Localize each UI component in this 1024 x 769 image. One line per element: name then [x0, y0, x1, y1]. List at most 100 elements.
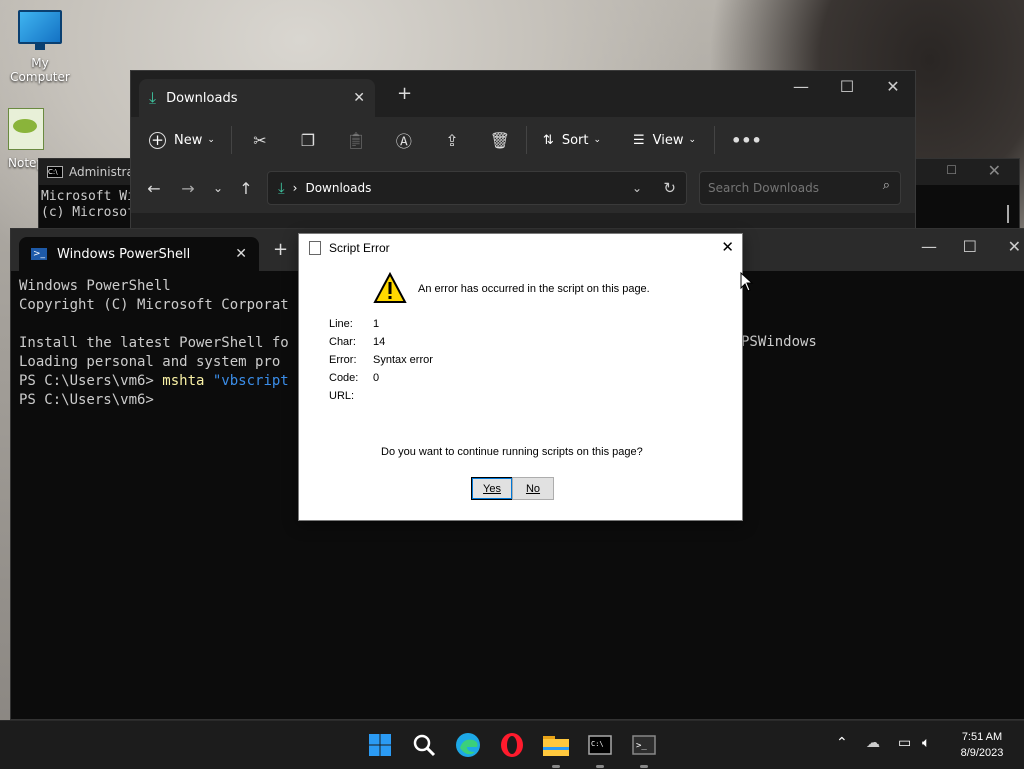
- char-value: 14: [373, 336, 386, 348]
- chevron-up-icon[interactable]: ⌃: [836, 735, 848, 751]
- plus-circle-icon: +: [149, 131, 166, 149]
- command: mshta: [162, 373, 213, 389]
- new-tab-button[interactable]: +: [397, 83, 412, 104]
- close-icon[interactable]: ✕: [873, 77, 913, 96]
- search-input[interactable]: [706, 180, 870, 196]
- close-icon[interactable]: ✕: [235, 246, 247, 262]
- view-button[interactable]: ☰ View ⌄: [633, 133, 696, 148]
- share-icon[interactable]: ⇪: [442, 131, 462, 150]
- taskbar-file-explorer[interactable]: [540, 729, 572, 761]
- clock-date: 8/9/2023: [960, 747, 1004, 759]
- taskbar-cmd[interactable]: C:\: [584, 729, 616, 761]
- chevron-down-icon: ⌄: [207, 135, 215, 145]
- start-icon: [369, 734, 391, 756]
- file-explorer-icon: [543, 736, 569, 756]
- terminal-icon: >_: [632, 735, 656, 755]
- console-line: Loading personal and system pro: [19, 354, 281, 370]
- close-icon[interactable]: ✕: [353, 90, 365, 106]
- divider: [525, 126, 527, 154]
- view-label: View: [652, 132, 684, 148]
- paste-icon[interactable]: 📋︎: [346, 131, 366, 150]
- tab-downloads[interactable]: ⤓ Downloads ✕: [139, 79, 375, 117]
- close-icon[interactable]: ✕: [1008, 237, 1021, 256]
- console-output[interactable]: Windows PowerShell Copyright (C) Microso…: [19, 277, 289, 410]
- computer-icon: [18, 10, 62, 50]
- page-icon: [309, 241, 321, 255]
- download-icon: ⤓: [149, 88, 157, 107]
- breadcrumb[interactable]: Downloads: [305, 181, 371, 195]
- cmd-icon: C:\: [588, 735, 612, 755]
- cmd-icon: C:\: [47, 166, 63, 178]
- console-line: Install the latest PowerShell fo: [19, 335, 289, 351]
- desktop-icon-my-computer[interactable]: My Computer: [0, 10, 80, 84]
- taskbar-edge[interactable]: [452, 729, 484, 761]
- maximize-icon[interactable]: ☐: [963, 237, 977, 256]
- delete-icon[interactable]: 🗑︎: [490, 131, 510, 150]
- back-icon[interactable]: ←: [145, 179, 163, 198]
- tab-label: Downloads: [166, 90, 238, 106]
- code-label: Code:: [329, 372, 359, 384]
- network-icon[interactable]: ▭: [898, 735, 911, 751]
- sort-label: Sort: [561, 132, 589, 148]
- volume-icon[interactable]: 🔈︎: [922, 735, 930, 751]
- chevron-down-icon: ⌄: [688, 135, 697, 145]
- search-icon: [413, 734, 436, 757]
- new-button[interactable]: + New ⌄: [149, 131, 215, 149]
- maximize-icon[interactable]: ☐: [827, 77, 867, 96]
- taskbar-terminal[interactable]: >_: [628, 729, 660, 761]
- code-value: 0: [373, 372, 380, 384]
- search-box[interactable]: ⌕: [699, 171, 901, 205]
- tab-windows-powershell[interactable]: >_ Windows PowerShell ✕: [19, 237, 259, 271]
- opera-icon: [501, 733, 523, 757]
- close-icon[interactable]: ✕: [988, 161, 1001, 180]
- chevron-right-icon: ›: [292, 181, 298, 195]
- cut-icon[interactable]: ✂: [250, 131, 270, 150]
- error-message: An error has occurred in the script on t…: [418, 283, 650, 295]
- yes-button[interactable]: Yes: [471, 477, 513, 500]
- minimize-icon[interactable]: —: [921, 237, 937, 256]
- onedrive-offline-icon[interactable]: ☁: [866, 735, 880, 751]
- forward-icon[interactable]: →: [179, 179, 197, 198]
- maximize-icon[interactable]: ☐: [946, 163, 957, 177]
- no-button[interactable]: No: [512, 477, 554, 500]
- up-icon[interactable]: ↑: [237, 179, 255, 198]
- refresh-icon[interactable]: ↻: [663, 179, 676, 197]
- scrollbar[interactable]: [1007, 205, 1009, 223]
- search-button[interactable]: [408, 729, 440, 761]
- copy-icon[interactable]: ❐: [298, 131, 318, 150]
- address-bar[interactable]: ⤓ › Downloads ⌄ ↻: [267, 171, 687, 205]
- dialog-titlebar[interactable]: Script Error ✕: [299, 234, 742, 262]
- minimize-icon[interactable]: —: [781, 77, 821, 96]
- char-label: Char:: [329, 336, 356, 348]
- script-error-dialog[interactable]: Script Error ✕ An error has occurred in …: [298, 233, 743, 521]
- start-button[interactable]: [364, 729, 396, 761]
- divider: [230, 126, 232, 154]
- edge-icon: [456, 733, 480, 757]
- prompt: PS C:\Users\vm6>: [19, 373, 163, 389]
- url-label: URL:: [329, 390, 355, 402]
- continue-question: Do you want to continue running scripts …: [381, 446, 643, 458]
- taskbar-opera[interactable]: [496, 729, 528, 761]
- new-tab-button[interactable]: +: [273, 239, 288, 260]
- error-value: Syntax error: [373, 354, 433, 366]
- chevron-down-icon: ⌄: [593, 135, 602, 145]
- sort-button[interactable]: ⇅ Sort ⌄: [543, 133, 601, 148]
- close-icon[interactable]: ✕: [721, 238, 734, 256]
- error-label: Error:: [329, 354, 357, 366]
- console-line-fragment: PSWindows: [741, 334, 817, 350]
- search-icon[interactable]: ⌕: [883, 178, 890, 193]
- clock[interactable]: 7:51 AM 8/9/2023: [950, 729, 1014, 761]
- recent-locations-icon[interactable]: ⌄: [209, 181, 227, 195]
- chevron-down-icon[interactable]: ⌄: [632, 181, 642, 195]
- dialog-title: Script Error: [329, 241, 390, 255]
- svg-text:>_: >_: [636, 741, 647, 751]
- download-icon: ⤓: [278, 179, 285, 197]
- tab-label: Windows PowerShell: [57, 246, 191, 262]
- svg-text:C:\: C:\: [591, 740, 604, 748]
- more-options-icon[interactable]: •••: [731, 131, 762, 150]
- rename-icon[interactable]: Ⓐ: [394, 128, 414, 152]
- desktop-icon-label: My Computer: [10, 56, 70, 84]
- file-explorer-window[interactable]: ⤓ Downloads ✕ + — ☐ ✕ + New ⌄ ✂ ❐ 📋︎ Ⓐ ⇪…: [130, 70, 916, 232]
- sort-icon: ⇅: [542, 132, 554, 148]
- console-line: Copyright (C) Microsoft Corporat: [19, 297, 289, 313]
